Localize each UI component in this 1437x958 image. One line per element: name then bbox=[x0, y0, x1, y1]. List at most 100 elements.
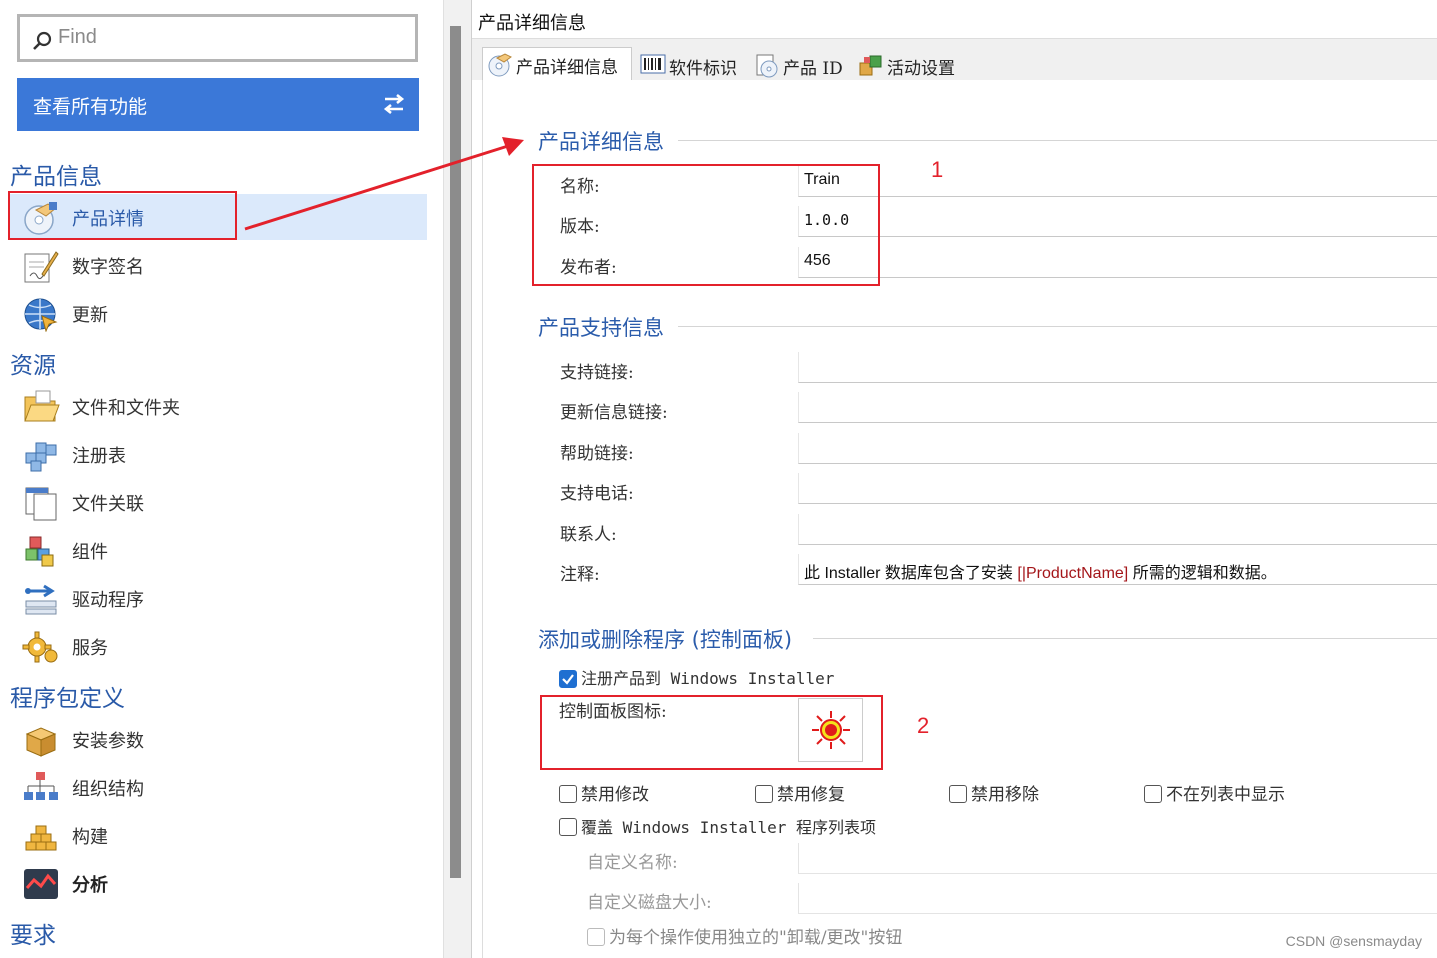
left-nav-panel: Find 查看所有功能 产品信息 产品详情 数字签名 更新 资源 文件和文件夹 bbox=[0, 0, 443, 958]
checkbox-box bbox=[949, 785, 967, 803]
tab-label: 产品 ID bbox=[783, 59, 843, 79]
analysis-graph-icon bbox=[22, 866, 60, 902]
name-field[interactable]: Train bbox=[798, 166, 1437, 197]
override-program-list-checkbox[interactable]: 覆盖 Windows Installer 程序列表项 bbox=[559, 814, 876, 838]
nav-item-build[interactable]: 构建 bbox=[20, 812, 427, 858]
checkbox-checked-icon bbox=[559, 670, 577, 688]
nav-label: 数字签名 bbox=[72, 257, 144, 278]
group-divider bbox=[678, 140, 1437, 141]
nav-item-components[interactable]: 组件 bbox=[20, 527, 427, 573]
nav-item-registry[interactable]: 注册表 bbox=[20, 431, 427, 477]
tab-label: 产品详细信息 bbox=[516, 58, 618, 78]
field-label-support-link: 支持链接: bbox=[560, 363, 634, 383]
view-all-features-button[interactable]: 查看所有功能 bbox=[17, 78, 419, 131]
checkbox-box bbox=[559, 818, 577, 836]
org-chart-icon bbox=[22, 770, 60, 806]
nav-item-install-parameters[interactable]: 安装参数 bbox=[20, 716, 427, 762]
custom-disk-size-field[interactable] bbox=[798, 883, 1437, 914]
tab-software-id[interactable]: 软件标识 bbox=[636, 49, 746, 79]
tab-label: 软件标识 bbox=[669, 59, 737, 79]
checkbox-box bbox=[1144, 785, 1162, 803]
group-title-product-details: 产品详细信息 bbox=[538, 130, 664, 154]
section-product-info: 产品信息 bbox=[10, 164, 102, 190]
components-blocks-icon bbox=[22, 533, 60, 569]
annotation-box-2 bbox=[540, 695, 883, 770]
comment-prefix: 此 Installer 数据库包含了安装 bbox=[804, 565, 1018, 582]
support-phone-field[interactable] bbox=[798, 473, 1437, 504]
nav-item-digital-signature[interactable]: 数字签名 bbox=[20, 242, 427, 288]
tab-label: 活动设置 bbox=[887, 59, 955, 79]
register-windows-installer-checkbox[interactable]: 注册产品到 Windows Installer bbox=[559, 665, 834, 689]
search-icon bbox=[31, 30, 53, 56]
search-box[interactable]: Find bbox=[17, 14, 418, 62]
nav-scrollbar-thumb[interactable] bbox=[450, 26, 461, 878]
view-all-features-label: 查看所有功能 bbox=[33, 96, 148, 118]
section-package-definition: 程序包定义 bbox=[10, 686, 125, 712]
hide-from-list-checkbox[interactable]: 不在列表中显示 bbox=[1144, 780, 1285, 805]
nav-label: 构建 bbox=[72, 827, 108, 848]
signature-pen-icon bbox=[22, 248, 60, 284]
page-title: 产品详细信息 bbox=[478, 13, 586, 34]
tab-activity-settings[interactable]: 活动设置 bbox=[854, 49, 964, 79]
custom-name-field[interactable] bbox=[798, 843, 1437, 874]
checkbox-label: 为每个操作使用独立的"卸载/更改"按钮 bbox=[609, 928, 903, 948]
annotation-number-1: 1 bbox=[931, 157, 944, 182]
section-resources: 资源 bbox=[10, 353, 56, 379]
nav-label: 更新 bbox=[72, 305, 108, 326]
nav-label: 注册表 bbox=[72, 446, 126, 467]
tab-product-details[interactable]: 产品详细信息 bbox=[482, 47, 632, 81]
nav-item-files-folders[interactable]: 文件和文件夹 bbox=[20, 383, 427, 429]
nav-label: 服务 bbox=[72, 638, 108, 659]
checkbox-label: 禁用移除 bbox=[971, 785, 1039, 805]
nav-item-update[interactable]: 更新 bbox=[20, 290, 427, 336]
folder-icon bbox=[22, 389, 60, 425]
globe-update-icon bbox=[22, 296, 60, 333]
right-content-panel: 产品详细信息 产品详细信息 软件标识 产品 ID 活动设置 产品详细信息 名称:… bbox=[472, 0, 1437, 958]
disable-modify-checkbox[interactable]: 禁用修改 bbox=[559, 780, 649, 805]
section-requirements: 要求 bbox=[10, 923, 56, 949]
comment-product-name-token: [|ProductName] bbox=[1017, 565, 1129, 582]
field-label-help-link: 帮助链接: bbox=[560, 444, 634, 464]
disable-repair-checkbox[interactable]: 禁用修复 bbox=[755, 780, 845, 805]
checkbox-label: 禁用修改 bbox=[581, 785, 649, 805]
publisher-field[interactable]: 456 bbox=[798, 247, 1437, 278]
contact-field[interactable] bbox=[798, 514, 1437, 545]
nav-label: 安装参数 bbox=[72, 731, 144, 752]
annotation-highlight-nav bbox=[8, 191, 237, 240]
nav-item-file-associations[interactable]: 文件关联 bbox=[20, 479, 427, 525]
gear-service-icon bbox=[22, 629, 60, 665]
checkbox-box bbox=[755, 785, 773, 803]
barcode-icon bbox=[640, 53, 666, 80]
group-divider bbox=[678, 326, 1437, 327]
nav-item-services[interactable]: 服务 bbox=[20, 623, 427, 669]
checkbox-label: 注册产品到 Windows Installer bbox=[581, 669, 835, 688]
group-title-support-info: 产品支持信息 bbox=[538, 316, 664, 340]
tab-product-id[interactable]: 产品 ID bbox=[750, 49, 850, 79]
separate-uninstall-change-checkbox[interactable]: 为每个操作使用独立的"卸载/更改"按钮 bbox=[587, 923, 902, 948]
group-title-add-remove-programs: 添加或删除程序 (控制面板) bbox=[538, 628, 793, 652]
usb-driver-icon bbox=[22, 581, 60, 617]
bricks-build-icon bbox=[22, 818, 60, 854]
nav-item-analysis[interactable]: 分析 bbox=[20, 860, 427, 906]
nav-item-organization[interactable]: 组织结构 bbox=[20, 764, 427, 810]
field-label-contact: 联系人: bbox=[560, 525, 617, 545]
nav-label: 分析 bbox=[72, 875, 108, 896]
checkbox-label: 禁用修复 bbox=[777, 785, 845, 805]
annotation-number-2: 2 bbox=[917, 713, 930, 738]
search-placeholder: Find bbox=[58, 26, 97, 48]
nav-label: 驱动程序 bbox=[72, 590, 144, 611]
version-field[interactable]: 1.0.0 bbox=[798, 206, 1437, 237]
disable-remove-checkbox[interactable]: 禁用移除 bbox=[949, 780, 1039, 805]
nav-item-drivers[interactable]: 驱动程序 bbox=[20, 575, 427, 621]
help-link-field[interactable] bbox=[798, 433, 1437, 464]
update-info-link-field[interactable] bbox=[798, 392, 1437, 423]
comment-field[interactable]: 此 Installer 数据库包含了安装 [|ProductName] 所需的逻… bbox=[798, 554, 1437, 585]
comment-suffix: 所需的逻辑和数据。 bbox=[1128, 565, 1277, 582]
support-link-field[interactable] bbox=[798, 352, 1437, 383]
nav-label: 组织结构 bbox=[72, 779, 144, 800]
nav-label: 组件 bbox=[72, 542, 108, 563]
nav-label: 文件关联 bbox=[72, 494, 144, 515]
comment-value: 此 Installer 数据库包含了安装 [|ProductName] 所需的逻… bbox=[804, 559, 1277, 583]
checkbox-label: 不在列表中显示 bbox=[1166, 785, 1285, 805]
field-label-support-phone: 支持电话: bbox=[560, 484, 634, 504]
